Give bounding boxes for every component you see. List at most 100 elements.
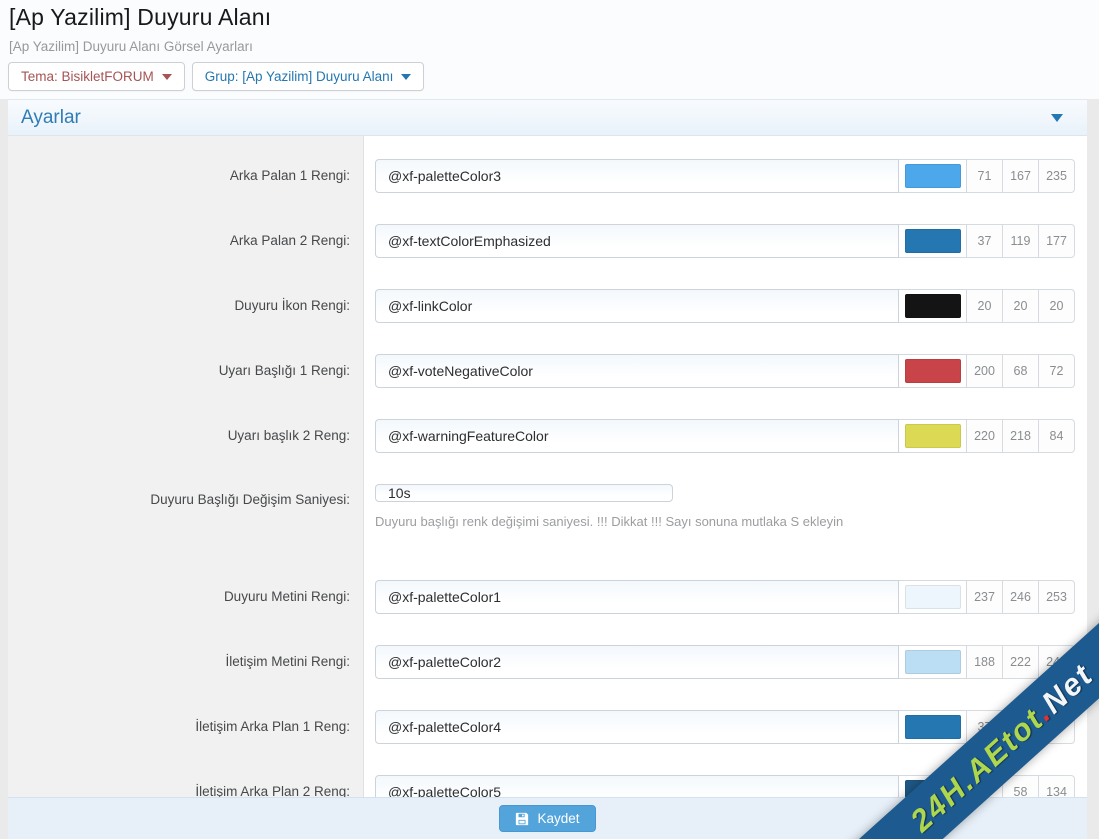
- color-input-group: @xf-textColorEmphasized 37 119 177: [375, 223, 1075, 258]
- setting-label: Duyuru Başlığı Değişim Saniyesi:: [150, 492, 350, 507]
- color-variable-input[interactable]: @xf-paletteColor1: [375, 579, 899, 614]
- color-input-group: @xf-voteNegativeColor 200 68 72: [375, 353, 1075, 388]
- color-setting-row: Duyuru İkon Rengi: @xf-linkColor 20 20 2…: [8, 273, 1087, 338]
- rgb-g-field[interactable]: 20: [1003, 288, 1039, 323]
- collapse-chevron-icon[interactable]: [1051, 114, 1063, 122]
- setting-content: @xf-warningFeatureColor 220 218 84: [363, 418, 1087, 453]
- color-setting-row: Duyuru Metini Rengi: @xf-paletteColor1 2…: [8, 564, 1087, 629]
- setting-label: Arka Palan 1 Rengi:: [229, 168, 350, 183]
- group-dropdown-button[interactable]: Grup: [Ap Yazilim] Duyuru Alanı: [191, 62, 425, 91]
- color-swatch: [904, 293, 961, 318]
- setting-content: @xf-paletteColor1 237 246 253: [363, 579, 1087, 614]
- color-swatch-cell[interactable]: [899, 288, 967, 323]
- rgb-b-field[interactable]: 84: [1039, 418, 1075, 453]
- color-input-group: @xf-warningFeatureColor 220 218 84: [375, 418, 1075, 453]
- color-input-group: @xf-linkColor 20 20 20: [375, 288, 1075, 323]
- save-button[interactable]: Kaydet: [499, 805, 596, 832]
- setting-hint: Duyuru başlığı renk değişimi saniyesi. !…: [375, 514, 844, 529]
- page-title: [Ap Yazilim] Duyuru Alanı: [9, 4, 272, 30]
- rgb-b-field[interactable]: 72: [1039, 353, 1075, 388]
- settings-form: Arka Palan 1 Rengi: @xf-paletteColor3 71…: [8, 136, 1087, 797]
- color-swatch-cell[interactable]: [899, 644, 967, 679]
- rgb-r-field[interactable]: 220: [967, 418, 1003, 453]
- setting-label: Arka Palan 2 Rengi:: [229, 233, 350, 248]
- color-swatch-cell[interactable]: [899, 353, 967, 388]
- rgb-g-field[interactable]: 222: [1003, 644, 1039, 679]
- color-setting-row: Arka Palan 2 Rengi: @xf-textColorEmphasi…: [8, 208, 1087, 273]
- rgb-r-field[interactable]: 37: [967, 223, 1003, 258]
- color-setting-row: Arka Palan 1 Rengi: @xf-paletteColor3 71…: [8, 143, 1087, 208]
- settings-panel: Ayarlar Arka Palan 1 Rengi: @xf-paletteC…: [8, 99, 1087, 839]
- chevron-down-icon: [161, 73, 172, 80]
- rgb-g-field[interactable]: 218: [1003, 418, 1039, 453]
- setting-content: 10s Duyuru başlığı renk değişimi saniyes…: [363, 468, 1087, 529]
- color-swatch-cell[interactable]: [899, 223, 967, 258]
- rgb-g-field[interactable]: 68: [1003, 353, 1039, 388]
- color-swatch: [904, 163, 961, 188]
- rgb-r-field[interactable]: 20: [967, 288, 1003, 323]
- color-swatch-cell[interactable]: [899, 709, 967, 744]
- color-swatch: [904, 714, 961, 739]
- seconds-input[interactable]: 10s: [375, 484, 673, 502]
- color-swatch: [904, 584, 961, 609]
- rgb-r-field[interactable]: 188: [967, 644, 1003, 679]
- setting-label: Duyuru İkon Rengi:: [234, 298, 350, 313]
- color-setting-row: İletişim Arka Plan 1 Reng: @xf-paletteCo…: [8, 694, 1087, 759]
- setting-label: İletişim Arka Plan 2 Reng:: [195, 784, 350, 797]
- setting-content: @xf-voteNegativeColor 200 68 72: [363, 353, 1087, 388]
- color-swatch: [904, 358, 961, 383]
- theme-dropdown-label: Tema: BisikletFORUM: [21, 69, 154, 84]
- rgb-g-field[interactable]: 167: [1003, 158, 1039, 193]
- color-setting-row: Uyarı Başlığı 1 Rengi: @xf-voteNegativeC…: [8, 338, 1087, 403]
- setting-content: @xf-linkColor 20 20 20: [363, 288, 1087, 323]
- save-button-label: Kaydet: [537, 811, 580, 826]
- color-variable-input[interactable]: @xf-paletteColor3: [375, 158, 899, 193]
- setting-label: İletişim Metini Rengi:: [225, 654, 350, 669]
- color-swatch: [904, 228, 961, 253]
- color-swatch-cell[interactable]: [899, 158, 967, 193]
- rgb-r-field[interactable]: 71: [967, 158, 1003, 193]
- rgb-b-field[interactable]: 235: [1039, 158, 1075, 193]
- setting-label: İletişim Arka Plan 1 Reng:: [195, 719, 350, 734]
- page-header: [Ap Yazilim] Duyuru Alanı [Ap Yazilim] D…: [0, 0, 1099, 99]
- color-input-group: @xf-paletteColor1 237 246 253: [375, 579, 1075, 614]
- theme-dropdown-button[interactable]: Tema: BisikletFORUM: [8, 62, 185, 91]
- rgb-r-field[interactable]: 237: [967, 579, 1003, 614]
- setting-content: @xf-paletteColor2 188 222 245: [363, 644, 1087, 679]
- text-setting-row: Duyuru Başlığı Değişim Saniyesi: 10s Duy…: [8, 468, 1087, 564]
- setting-label: Duyuru Metini Rengi:: [223, 589, 350, 604]
- setting-content: @xf-textColorEmphasized 37 119 177: [363, 223, 1087, 258]
- color-setting-row: Uyarı başlık 2 Reng: @xf-warningFeatureC…: [8, 403, 1087, 468]
- color-variable-input[interactable]: @xf-linkColor: [375, 288, 899, 323]
- color-variable-input[interactable]: @xf-paletteColor2: [375, 644, 899, 679]
- group-dropdown-label: Grup: [Ap Yazilim] Duyuru Alanı: [204, 69, 394, 84]
- rgb-g-field[interactable]: 119: [1003, 223, 1039, 258]
- chevron-down-icon: [401, 73, 412, 80]
- setting-content: @xf-paletteColor3 71 167 235: [363, 158, 1087, 193]
- rgb-b-field[interactable]: 253: [1039, 579, 1075, 614]
- admin-settings-page: [Ap Yazilim] Duyuru Alanı [Ap Yazilim] D…: [0, 0, 1099, 839]
- floppy-save-icon: [516, 812, 529, 825]
- color-swatch-cell[interactable]: [899, 418, 967, 453]
- rgb-b-field[interactable]: 177: [1039, 223, 1075, 258]
- color-variable-input[interactable]: @xf-paletteColor5: [375, 774, 899, 797]
- color-setting-row: İletişim Metini Rengi: @xf-paletteColor2…: [8, 629, 1087, 694]
- setting-label: Uyarı Başlığı 1 Rengi:: [218, 363, 350, 378]
- rgb-b-field[interactable]: 134: [1039, 774, 1075, 797]
- rgb-g-field[interactable]: 246: [1003, 579, 1039, 614]
- color-swatch-cell[interactable]: [899, 579, 967, 614]
- form-rows-container: Arka Palan 1 Rengi: @xf-paletteColor3 71…: [8, 143, 1087, 797]
- color-input-group: @xf-paletteColor2 188 222 245: [375, 644, 1075, 679]
- color-variable-input[interactable]: @xf-paletteColor4: [375, 709, 899, 744]
- color-input-group: @xf-paletteColor3 71 167 235: [375, 158, 1075, 193]
- filter-buttons-row: Tema: BisikletFORUM Grup: [Ap Yazilim] D…: [8, 62, 425, 91]
- color-variable-input[interactable]: @xf-warningFeatureColor: [375, 418, 899, 453]
- rgb-b-field[interactable]: 20: [1039, 288, 1075, 323]
- rgb-r-field[interactable]: 200: [967, 353, 1003, 388]
- color-variable-input[interactable]: @xf-textColorEmphasized: [375, 223, 899, 258]
- settings-panel-header[interactable]: Ayarlar: [8, 100, 1087, 136]
- color-swatch: [904, 649, 961, 674]
- color-swatch: [904, 423, 961, 448]
- settings-panel-title: Ayarlar: [21, 106, 81, 128]
- color-variable-input[interactable]: @xf-voteNegativeColor: [375, 353, 899, 388]
